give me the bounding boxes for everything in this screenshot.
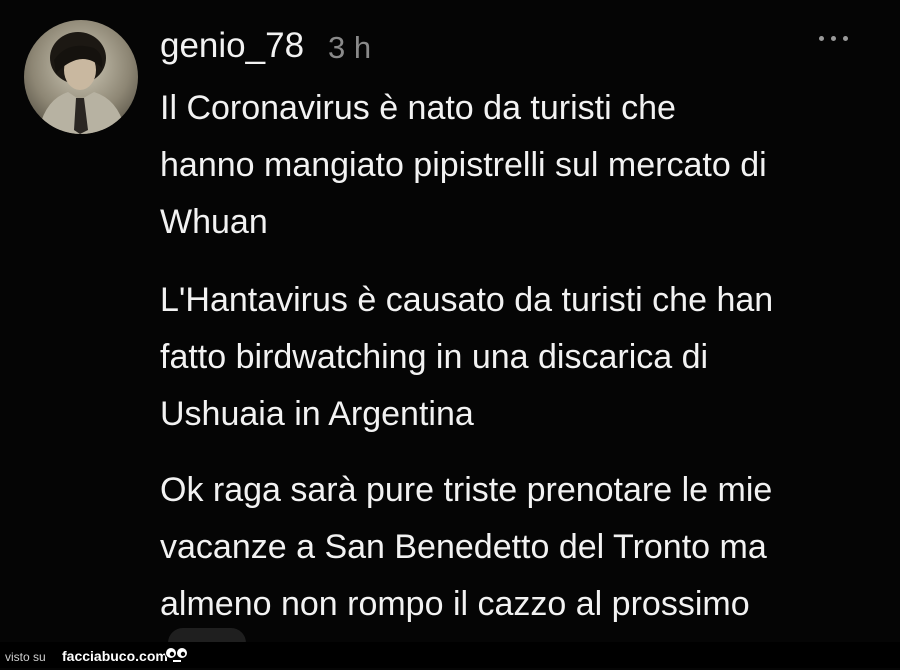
comment-line: vacanze a San Benedetto del Tronto ma [160, 528, 767, 566]
dot [831, 36, 836, 41]
post-timestamp: 3 h [328, 30, 372, 65]
username[interactable]: genio_78 [160, 26, 304, 66]
comment-line: fatto birdwatching in una discarica di [160, 338, 709, 376]
more-options-icon[interactable] [815, 30, 852, 47]
comment-paragraph-2: L'Hantavirus è causato da turisti che ha… [160, 272, 880, 443]
comment-line: Il Coronavirus è nato da turisti che [160, 89, 676, 127]
dot [843, 36, 848, 41]
comment-line: Ok raga sarà pure triste prenotare le mi… [160, 471, 773, 509]
avatar-portrait-icon [38, 32, 126, 134]
dot [819, 36, 824, 41]
user-avatar[interactable] [24, 20, 138, 134]
comment-paragraph-1: Il Coronavirus è nato da turisti che han… [160, 80, 880, 251]
comment-paragraph-3: Ok raga sarà pure triste prenotare le mi… [160, 462, 880, 633]
comment-line: L'Hantavirus è causato da turisti che ha… [160, 281, 774, 319]
eyes-logo-icon [164, 645, 190, 670]
comment-line: almeno non rompo il cazzo al prossimo [160, 585, 750, 623]
watermark-prefix: visto su [5, 650, 46, 664]
comment-line: Whuan [160, 203, 268, 241]
comment-line: hanno mangiato pipistrelli sul mercato d… [160, 146, 767, 184]
comment-line: Ushuaia in Argentina [160, 395, 474, 433]
watermark-site: facciabuco.com [62, 648, 168, 664]
